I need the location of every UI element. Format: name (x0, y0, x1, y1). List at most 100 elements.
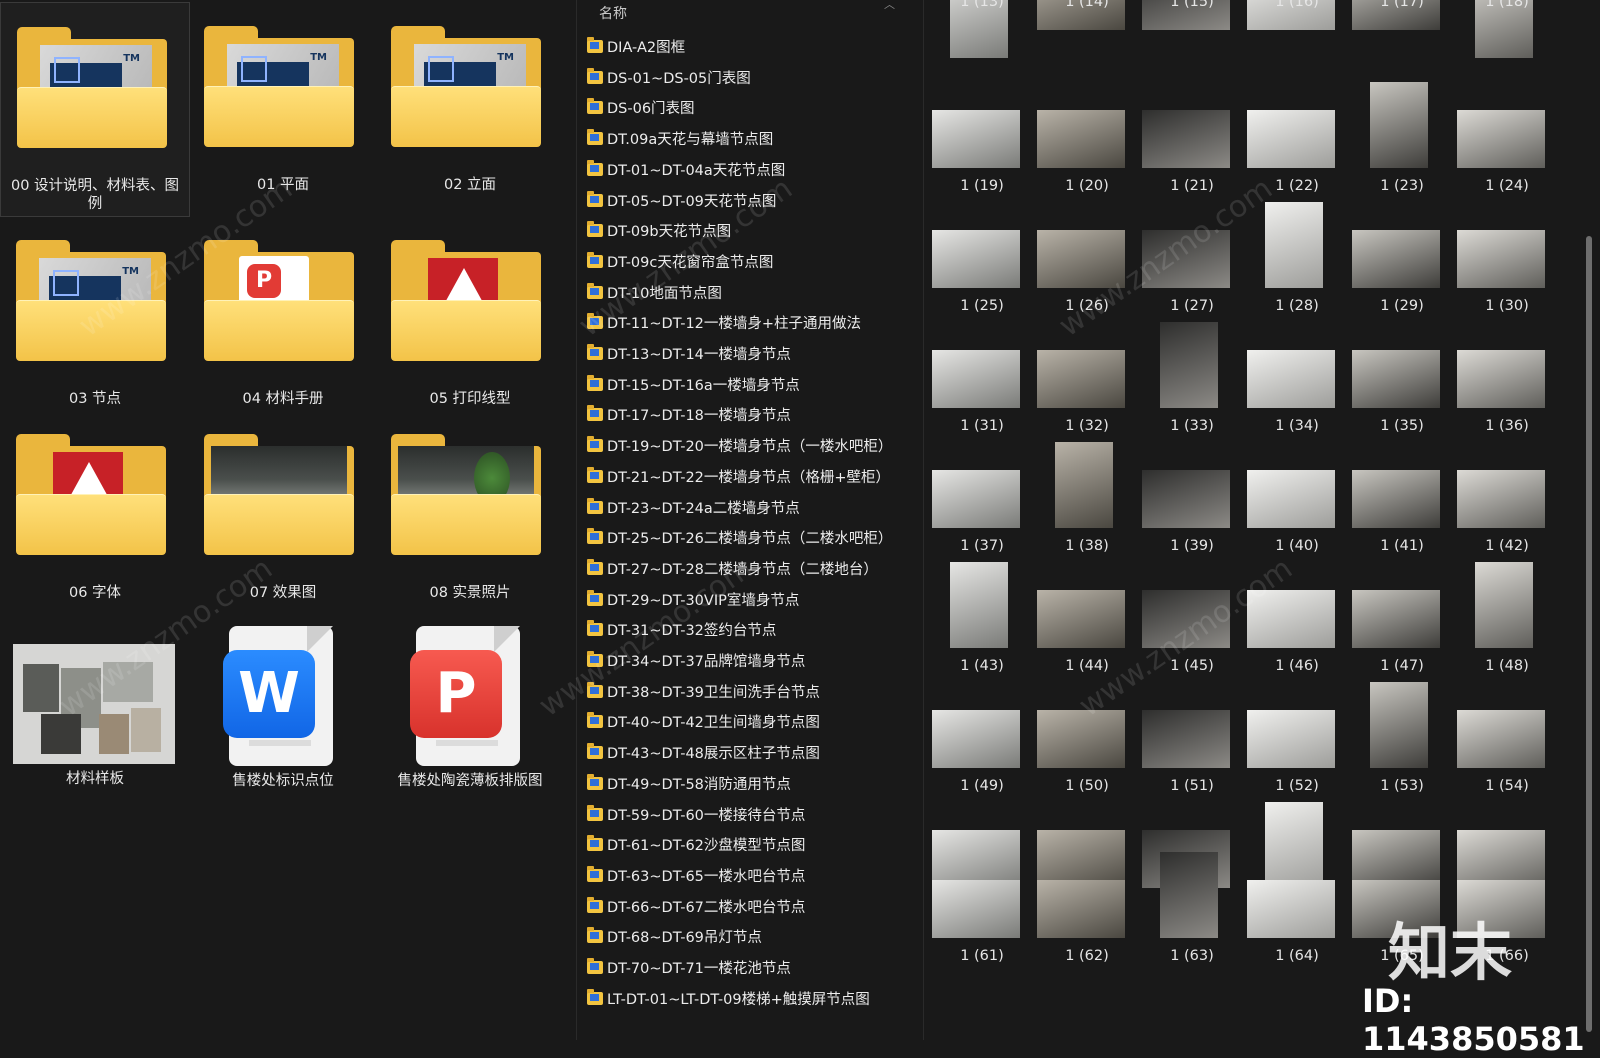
dwg-file-icon (587, 405, 603, 422)
photo-thumbnail (1037, 880, 1125, 938)
folder-tile[interactable]: TM 00 设计说明、材料表、图例 (0, 2, 190, 217)
photo-thumbnail (950, 562, 1008, 648)
folder-label: 07 效果图 (249, 585, 317, 601)
list-item[interactable]: DIA-A2图框 (585, 34, 915, 60)
folder-tile[interactable]: 材料样板 (0, 604, 190, 819)
thumbnail-label: 1 (14) (1065, 0, 1109, 10)
list-item[interactable]: DT-09c天花窗帘盒节点图 (585, 249, 915, 275)
dwg-file-icon (587, 466, 603, 483)
list-item[interactable]: DT-09b天花节点图 (585, 218, 915, 244)
thumbnail-label: 1 (42) (1485, 538, 1529, 554)
list-item[interactable]: DT-34~DT-37品牌馆墙身节点 (585, 648, 915, 674)
folder-tile[interactable]: 07 效果图 (188, 410, 378, 625)
photo-thumbnail (932, 710, 1020, 768)
photo-thumbnail (1037, 110, 1125, 168)
folder-icon (388, 432, 544, 562)
dwg-file-icon (587, 681, 603, 698)
photo-thumbnail (1352, 230, 1440, 288)
list-item[interactable]: DT-49~DT-58消防通用节点 (585, 771, 915, 797)
file-name: DT-15~DT-16a一楼墙身节点 (607, 377, 800, 394)
thumbnail-label: 1 (43) (960, 658, 1004, 674)
dwg-file-icon (587, 927, 603, 944)
list-item[interactable]: DT-13~DT-14一楼墙身节点 (585, 341, 915, 367)
photo-thumbnail (1247, 710, 1335, 768)
list-item[interactable]: DT-59~DT-60一楼接待台节点 (585, 802, 915, 828)
folder-label: 05 打印线型 (429, 391, 511, 407)
list-item[interactable]: DT-40~DT-42卫生间墙身节点图 (585, 709, 915, 735)
list-item[interactable]: DT-19~DT-20一楼墙身节点（一楼水吧柜） (585, 433, 915, 459)
folder-label: 材料样板 (66, 771, 124, 787)
thumbnail-label: 1 (38) (1065, 538, 1109, 554)
folder-tile[interactable]: TM 02 立面 (375, 2, 565, 217)
document-icon: P (388, 626, 544, 766)
list-item[interactable]: DT-68~DT-69吊灯节点 (585, 924, 915, 950)
file-name: DT-68~DT-69吊灯节点 (607, 930, 762, 947)
sort-chevron-icon[interactable]: ︿ (884, 0, 895, 12)
photo-thumbnail (1352, 470, 1440, 528)
file-name: DT-01~DT-04a天花节点图 (607, 162, 786, 179)
list-item[interactable]: DT-43~DT-48展示区柱子节点图 (585, 740, 915, 766)
list-item[interactable]: DT-61~DT-62沙盘模型节点图 (585, 832, 915, 858)
thumbnail-label: 1 (47) (1380, 658, 1424, 674)
list-item[interactable]: DT-23~DT-24a二楼墙身节点 (585, 495, 915, 521)
photo-thumbnail (1370, 82, 1428, 168)
list-item[interactable]: DT-63~DT-65一楼水吧台节点 (585, 863, 915, 889)
dwg-file-icon (587, 67, 603, 84)
photo-thumbnail (1055, 442, 1113, 528)
list-item[interactable]: DT-11~DT-12一楼墙身+柱子通用做法 (585, 310, 915, 336)
thumbnail-label: 1 (18) (1485, 0, 1529, 10)
photo-thumbnail (1160, 322, 1218, 408)
thumbnail-label: 1 (26) (1065, 298, 1109, 314)
folder-tile[interactable]: P 04 材料手册 (188, 216, 378, 431)
list-item[interactable]: DT.09a天花与幕墙节点图 (585, 126, 915, 152)
thumbnail-label: 1 (41) (1380, 538, 1424, 554)
file-name: DT-59~DT-60一楼接待台节点 (607, 807, 806, 824)
folder-tile[interactable]: TM 03 节点 (0, 216, 190, 431)
file-name: DS-01~DS-05门表图 (607, 70, 751, 87)
vertical-scrollbar[interactable] (1586, 236, 1592, 1032)
list-item[interactable]: DT-05~DT-09天花节点图 (585, 188, 915, 214)
thumbnail-label: 1 (27) (1170, 298, 1214, 314)
thumbnail-label: 1 (46) (1275, 658, 1319, 674)
file-name: DT-27~DT-28二楼墙身节点（二楼地台） (607, 561, 878, 578)
list-item[interactable]: DT-31~DT-32签约台节点 (585, 617, 915, 643)
list-item[interactable]: DT-10地面节点图 (585, 280, 915, 306)
photo-thumbnail (1265, 802, 1323, 888)
list-item[interactable]: DT-38~DT-39卫生间洗手台节点 (585, 679, 915, 705)
list-item[interactable]: DS-06门表图 (585, 95, 915, 121)
column-header-name[interactable]: 名称 (599, 3, 627, 23)
list-item[interactable]: DT-01~DT-04a天花节点图 (585, 157, 915, 183)
folder-tile[interactable]: 05 打印线型 (375, 216, 565, 431)
folder-tile[interactable]: 06 字体 (0, 410, 190, 625)
folder-tile[interactable]: W 售楼处标识点位 (188, 604, 378, 819)
list-item[interactable]: DT-70~DT-71一楼花池节点 (585, 955, 915, 981)
thumbnail-label: 1 (62) (1065, 948, 1109, 964)
image-thumbnail (13, 626, 175, 764)
file-name: DT-43~DT-48展示区柱子节点图 (607, 746, 820, 763)
list-item[interactable]: DT-29~DT-30VIP室墙身节点 (585, 587, 915, 613)
list-item[interactable]: DT-25~DT-26二楼墙身节点（二楼水吧柜） (585, 525, 915, 551)
list-item[interactable]: DS-01~DS-05门表图 (585, 65, 915, 91)
dwg-file-icon (587, 37, 603, 53)
file-name: DT.09a天花与幕墙节点图 (607, 132, 774, 149)
photo-thumbnail (1265, 202, 1323, 288)
list-item[interactable]: DT-27~DT-28二楼墙身节点（二楼地台） (585, 556, 915, 582)
photo-thumbnail (1247, 470, 1335, 528)
thumbnail-label: 1 (53) (1380, 778, 1424, 794)
list-item[interactable]: DT-21~DT-22一楼墙身节点（格栅+壁柜） (585, 464, 915, 490)
folder-tile[interactable]: P 售楼处陶瓷薄板排版图 (375, 604, 565, 819)
list-item[interactable]: DT-15~DT-16a一楼墙身节点 (585, 372, 915, 398)
dwg-file-icon (587, 344, 603, 360)
thumbnail-label: 1 (32) (1065, 418, 1109, 434)
folder-tile[interactable]: TM 01 平面 (188, 2, 378, 217)
dwg-file-icon (587, 651, 603, 667)
dwg-file-icon (587, 896, 603, 913)
thumbnail-label: 1 (63) (1170, 948, 1214, 964)
folder-label: 售楼处陶瓷薄板排版图 (397, 773, 543, 789)
photo-thumbnail (1037, 350, 1125, 408)
list-item[interactable]: LT-DT-01~LT-DT-09楼梯+触摸屏节点图 (585, 986, 915, 1012)
list-item[interactable]: DT-66~DT-67二楼水吧台节点 (585, 894, 915, 920)
list-item[interactable]: DT-17~DT-18一楼墙身节点 (585, 402, 915, 428)
folder-tile[interactable]: 08 实景照片 (375, 410, 565, 625)
thumbnail-label: 1 (49) (960, 778, 1004, 794)
